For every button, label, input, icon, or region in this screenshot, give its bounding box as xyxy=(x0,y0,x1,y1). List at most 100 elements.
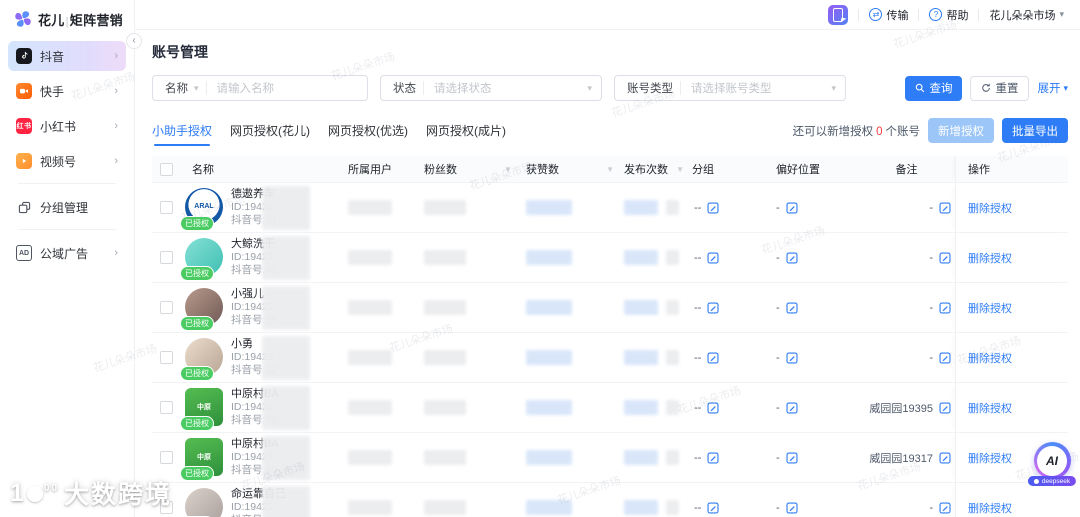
accounts-table: 名称 所属用户 粉丝数 ▼ 获赞数 ▼ 发布次数 ▼ 分组 偏好位置 备注 操作 AR… xyxy=(152,156,1068,517)
remark-cell: - xyxy=(862,483,955,517)
edit-group-icon[interactable] xyxy=(707,401,719,414)
sidebar-item-xiaohongshu[interactable]: 红书 小红书 › xyxy=(8,111,126,141)
chevron-right-icon: › xyxy=(114,246,118,259)
sort-icon[interactable]: ▼ xyxy=(606,165,614,174)
column-header-posts[interactable]: 发布次数 ▼ xyxy=(624,156,686,182)
owner-cell xyxy=(348,183,418,232)
remark-cell: - xyxy=(862,283,955,332)
edit-remark-icon[interactable] xyxy=(939,401,951,414)
row-checkbox[interactable] xyxy=(159,301,173,314)
edit-remark-icon[interactable] xyxy=(939,251,951,264)
sidebar-item-label: 视频号 xyxy=(40,154,77,169)
whale-icon xyxy=(1033,478,1039,484)
sidebar-item-douyin[interactable]: 抖音 › xyxy=(8,41,126,71)
chevron-right-icon: › xyxy=(114,84,118,97)
tab-assistant-auth[interactable]: 小助手授权 xyxy=(152,122,212,146)
status-select[interactable]: 请选择状态 xyxy=(424,80,587,96)
edit-position-icon[interactable] xyxy=(786,351,798,364)
sidebar-item-group-management[interactable]: 分组管理 xyxy=(8,192,126,222)
edit-group-icon[interactable] xyxy=(707,501,719,514)
sidebar-item-label: 分组管理 xyxy=(40,200,89,215)
account-type-filter[interactable]: 账号类型 请选择账号类型 ▾ xyxy=(614,75,846,101)
sidebar-item-shipinhao[interactable]: 视频号 › xyxy=(8,146,126,176)
name-filter[interactable]: 名称 ▾ 请输入名称 xyxy=(152,75,368,101)
row-checkbox[interactable] xyxy=(159,201,173,214)
sidebar: 花儿|矩阵营销 ‹ 抖音 › 快手 › 红书 小红书 › 视频号 › 分组管理 … xyxy=(0,0,142,517)
edit-remark-icon[interactable] xyxy=(939,501,951,514)
name-input[interactable]: 请输入名称 xyxy=(207,80,367,96)
remark-cell: - xyxy=(862,233,955,282)
edit-group-icon[interactable] xyxy=(707,251,719,264)
add-authorization-button[interactable]: 新增授权 xyxy=(928,118,994,143)
delete-authorization-link[interactable]: 删除授权 xyxy=(968,500,1012,516)
transfer-button[interactable]: ⇄ 传输 xyxy=(869,7,908,23)
tab-web-auth-youxuan[interactable]: 网页授权(优选) xyxy=(328,122,408,146)
sort-icon[interactable]: ▼ xyxy=(676,165,684,174)
delete-authorization-link[interactable]: 删除授权 xyxy=(968,400,1012,416)
remark-cell: 威园园19395 xyxy=(862,383,955,432)
sidebar-item-public-ads[interactable]: AD 公域广告 › xyxy=(8,238,126,268)
authorized-badge: 已授权 xyxy=(180,415,214,431)
likes-cell xyxy=(522,333,624,382)
delete-authorization-link[interactable]: 删除授权 xyxy=(968,200,1012,216)
delete-authorization-link[interactable]: 删除授权 xyxy=(968,300,1012,316)
chevron-down-icon: ▾ xyxy=(1059,9,1064,19)
delete-authorization-link[interactable]: 删除授权 xyxy=(968,450,1012,466)
edit-remark-icon[interactable] xyxy=(939,351,951,364)
sidebar-collapse-button[interactable]: ‹ xyxy=(126,33,142,49)
select-all-checkbox[interactable] xyxy=(159,162,173,176)
reset-button[interactable]: 重置 xyxy=(970,75,1030,101)
group-cell: -- xyxy=(686,483,742,517)
position-cell: - xyxy=(742,233,862,282)
row-checkbox[interactable] xyxy=(159,451,173,464)
edit-group-icon[interactable] xyxy=(707,301,719,314)
edit-position-icon[interactable] xyxy=(786,401,798,414)
edit-remark-icon[interactable] xyxy=(939,451,951,464)
edit-position-icon[interactable] xyxy=(786,251,798,264)
redacted-block xyxy=(262,186,310,230)
edit-group-icon[interactable] xyxy=(707,201,719,214)
edit-position-icon[interactable] xyxy=(786,451,798,464)
edit-position-icon[interactable] xyxy=(786,501,798,514)
sidebar-divider xyxy=(18,229,116,230)
row-checkbox[interactable] xyxy=(159,501,173,514)
row-checkbox[interactable] xyxy=(159,401,173,414)
edit-group-icon[interactable] xyxy=(707,451,719,464)
edit-position-icon[interactable] xyxy=(786,301,798,314)
table-row: 中原 已授权 中原村BA ID:19421 抖音号:45 -- - 威园园193… xyxy=(152,433,1068,483)
avatar-text: ARAL xyxy=(194,203,214,210)
batch-export-button[interactable]: 批量导出 xyxy=(1002,118,1068,143)
position-cell: - xyxy=(742,483,862,517)
sidebar-item-kuaishou[interactable]: 快手 › xyxy=(8,76,126,106)
row-checkbox[interactable] xyxy=(159,251,173,264)
market-account-menu[interactable]: 花儿朵朵市场 ▾ xyxy=(989,7,1064,23)
sort-icon[interactable]: ▼ xyxy=(504,165,512,174)
delete-authorization-link[interactable]: 删除授权 xyxy=(968,250,1012,266)
group-cell: -- xyxy=(686,283,742,332)
account-type-select[interactable]: 请选择账号类型 xyxy=(681,80,831,96)
kuaishou-icon xyxy=(16,83,32,99)
status-filter[interactable]: 状态 请选择状态 ▾ xyxy=(380,75,602,101)
column-header-likes[interactable]: 获赞数 ▼ xyxy=(522,156,624,182)
edit-remark-icon[interactable] xyxy=(939,301,951,314)
delete-authorization-link[interactable]: 删除授权 xyxy=(968,350,1012,366)
douyin-icon xyxy=(16,48,32,64)
app-logo: 花儿|矩阵营销 xyxy=(0,0,134,37)
position-cell: - xyxy=(742,283,862,332)
name-field-select[interactable]: 名称 ▾ xyxy=(153,80,206,96)
ai-assistant-button[interactable]: AI deepseek xyxy=(1027,442,1077,486)
expand-toggle[interactable]: 展开 ▾ xyxy=(1037,80,1068,96)
search-button[interactable]: 查询 xyxy=(905,75,963,101)
tab-web-auth-huaer[interactable]: 网页授权(花儿) xyxy=(230,122,310,146)
column-header-fans[interactable]: 粉丝数 ▼ xyxy=(418,156,522,182)
client-app-icon[interactable] xyxy=(828,4,849,25)
tab-web-auth-chengpian[interactable]: 网页授权(成片) xyxy=(426,122,506,146)
help-button[interactable]: ? 帮助 xyxy=(929,7,968,23)
action-cell: 删除授权 xyxy=(955,183,1068,232)
row-checkbox[interactable] xyxy=(159,351,173,364)
edit-position-icon[interactable] xyxy=(786,201,798,214)
edit-remark-icon[interactable] xyxy=(939,201,951,214)
action-cell: 删除授权 xyxy=(955,333,1068,382)
edit-group-icon[interactable] xyxy=(707,351,719,364)
posts-cell xyxy=(624,233,686,282)
